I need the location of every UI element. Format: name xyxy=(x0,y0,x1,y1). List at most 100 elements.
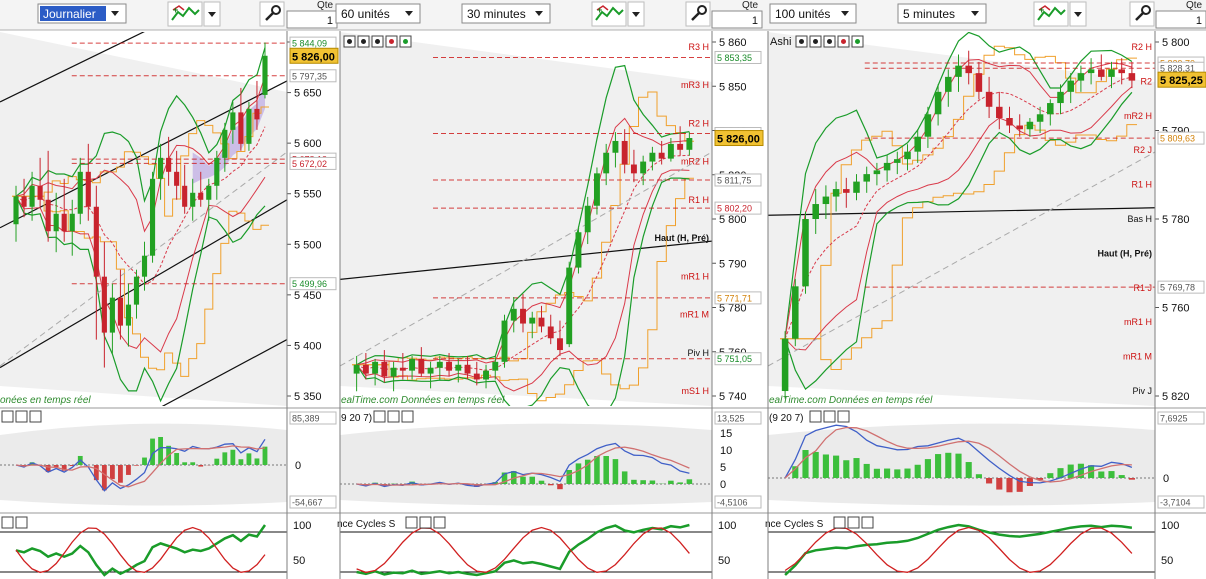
macd-histogram-bar xyxy=(126,465,131,475)
candle xyxy=(464,364,471,374)
level-label: mR3 H xyxy=(681,80,709,90)
price-plot xyxy=(340,32,712,406)
candle xyxy=(975,73,983,92)
close-icon-glyph xyxy=(827,39,832,44)
candle xyxy=(190,192,196,207)
cycles-title: nce Cycles S xyxy=(337,519,396,530)
cycles-tick-label: 50 xyxy=(718,555,730,567)
candle xyxy=(362,364,369,374)
candle xyxy=(399,367,406,371)
interval-select-2[interactable]: 30 minutes xyxy=(461,3,551,24)
price-tag-label: 5 499,96 xyxy=(292,279,327,289)
candle xyxy=(894,159,901,163)
macd-histogram-bar xyxy=(109,465,115,480)
macd-plot xyxy=(340,423,712,506)
candle xyxy=(125,304,132,326)
qte-label: Qte xyxy=(317,0,334,11)
candle xyxy=(1016,125,1023,130)
candle xyxy=(802,219,809,287)
wrench-icon[interactable] xyxy=(833,516,846,529)
candle xyxy=(1087,69,1095,74)
macd-histogram-bar xyxy=(222,452,228,465)
macd-histogram-bar xyxy=(603,456,609,484)
candle xyxy=(843,189,850,193)
wrench-icon[interactable] xyxy=(373,410,386,423)
interval-select-3[interactable]: 5 minutes xyxy=(897,3,987,24)
period-select-3[interactable]: 100 unités xyxy=(769,3,857,24)
candle xyxy=(117,297,123,326)
level-label: R1 J xyxy=(1133,283,1152,293)
close-icon[interactable] xyxy=(29,410,42,423)
wrench-icon[interactable] xyxy=(795,35,808,48)
wrench-icon[interactable] xyxy=(343,35,356,48)
close-icon[interactable] xyxy=(861,516,874,529)
candle xyxy=(649,152,656,162)
maximize-icon[interactable] xyxy=(1,516,14,529)
candle xyxy=(222,129,228,158)
candle xyxy=(904,151,911,160)
close-icon[interactable] xyxy=(837,410,850,423)
wrench-icon[interactable] xyxy=(809,410,822,423)
macd-histogram-bar xyxy=(198,465,204,467)
macd-histogram-bar xyxy=(1108,471,1115,478)
close-icon[interactable] xyxy=(15,516,28,529)
macd-histogram-bar xyxy=(520,476,526,484)
wrench-icon[interactable] xyxy=(405,516,418,529)
close-icon[interactable] xyxy=(433,516,446,529)
candle xyxy=(85,171,91,207)
maximize-icon[interactable] xyxy=(387,410,400,423)
maximize-icon[interactable] xyxy=(357,35,370,48)
close-icon[interactable] xyxy=(371,35,384,48)
level-label: Haut (H, Pré) xyxy=(1097,248,1152,258)
macd-histogram-bar xyxy=(142,457,147,465)
indicator-button-3[interactable]: + xyxy=(1033,1,1087,27)
level-label: mR2 H xyxy=(1124,111,1152,121)
maximize-icon[interactable] xyxy=(15,410,28,423)
macd-histogram-bar xyxy=(873,468,880,478)
candle xyxy=(924,114,932,137)
period-select-2[interactable]: 60 unités xyxy=(335,3,421,24)
close-icon[interactable] xyxy=(401,410,414,423)
settings-button-2[interactable] xyxy=(685,1,711,27)
macd-tick-label: 10 xyxy=(720,445,732,457)
macd-histogram-bar xyxy=(686,479,693,484)
data-source-footer: ealTime.com Données en temps réel xyxy=(341,395,505,406)
indicator-button-2[interactable]: + xyxy=(591,1,645,27)
arrow-down-icon[interactable] xyxy=(837,35,850,48)
period-select-1-label: Journalier xyxy=(43,7,96,21)
maximize-icon[interactable] xyxy=(809,35,822,48)
macd-histogram-bar xyxy=(1067,464,1074,478)
price-tag-label: -4,5106 xyxy=(717,498,748,508)
candle xyxy=(630,164,637,174)
arrow-down-icon[interactable] xyxy=(385,35,398,48)
macd-histogram-bar xyxy=(996,478,1003,490)
arrow-up-icon[interactable] xyxy=(851,35,864,48)
price-tag-label: 13,525 xyxy=(717,414,745,424)
close-icon[interactable] xyxy=(823,35,836,48)
maximize-icon[interactable] xyxy=(847,516,860,529)
arrow-up-icon[interactable] xyxy=(399,35,412,48)
settings-button-1[interactable] xyxy=(259,1,285,27)
maximize-icon-glyph xyxy=(813,39,818,44)
candle xyxy=(473,373,480,380)
chart-pane-3: Ashi R2 H R2 mR2 H R2 J R1 H Bas H Haut (H, Pré… xyxy=(765,32,1206,579)
candle xyxy=(198,192,204,200)
candle xyxy=(1057,91,1064,104)
wrench-icon[interactable] xyxy=(1,410,14,423)
candle xyxy=(621,140,628,165)
candle xyxy=(77,171,83,214)
candle xyxy=(792,286,799,339)
price-tick-label: 5 500 xyxy=(294,239,322,251)
maximize-icon[interactable] xyxy=(823,410,836,423)
indicator-button-1[interactable]: + xyxy=(167,1,221,27)
macd-histogram-bar xyxy=(214,458,220,465)
cycles-tick-label: 50 xyxy=(1161,555,1173,567)
period-select-1[interactable]: Journalier xyxy=(37,3,127,24)
candle xyxy=(1036,114,1044,122)
macd-histogram-bar xyxy=(1047,473,1054,478)
maximize-icon[interactable] xyxy=(419,516,432,529)
macd-tick-label: 0 xyxy=(295,460,301,472)
candle xyxy=(29,185,35,207)
price-tag-label: 5 844,09 xyxy=(292,39,327,49)
settings-button-3[interactable] xyxy=(1129,1,1155,27)
